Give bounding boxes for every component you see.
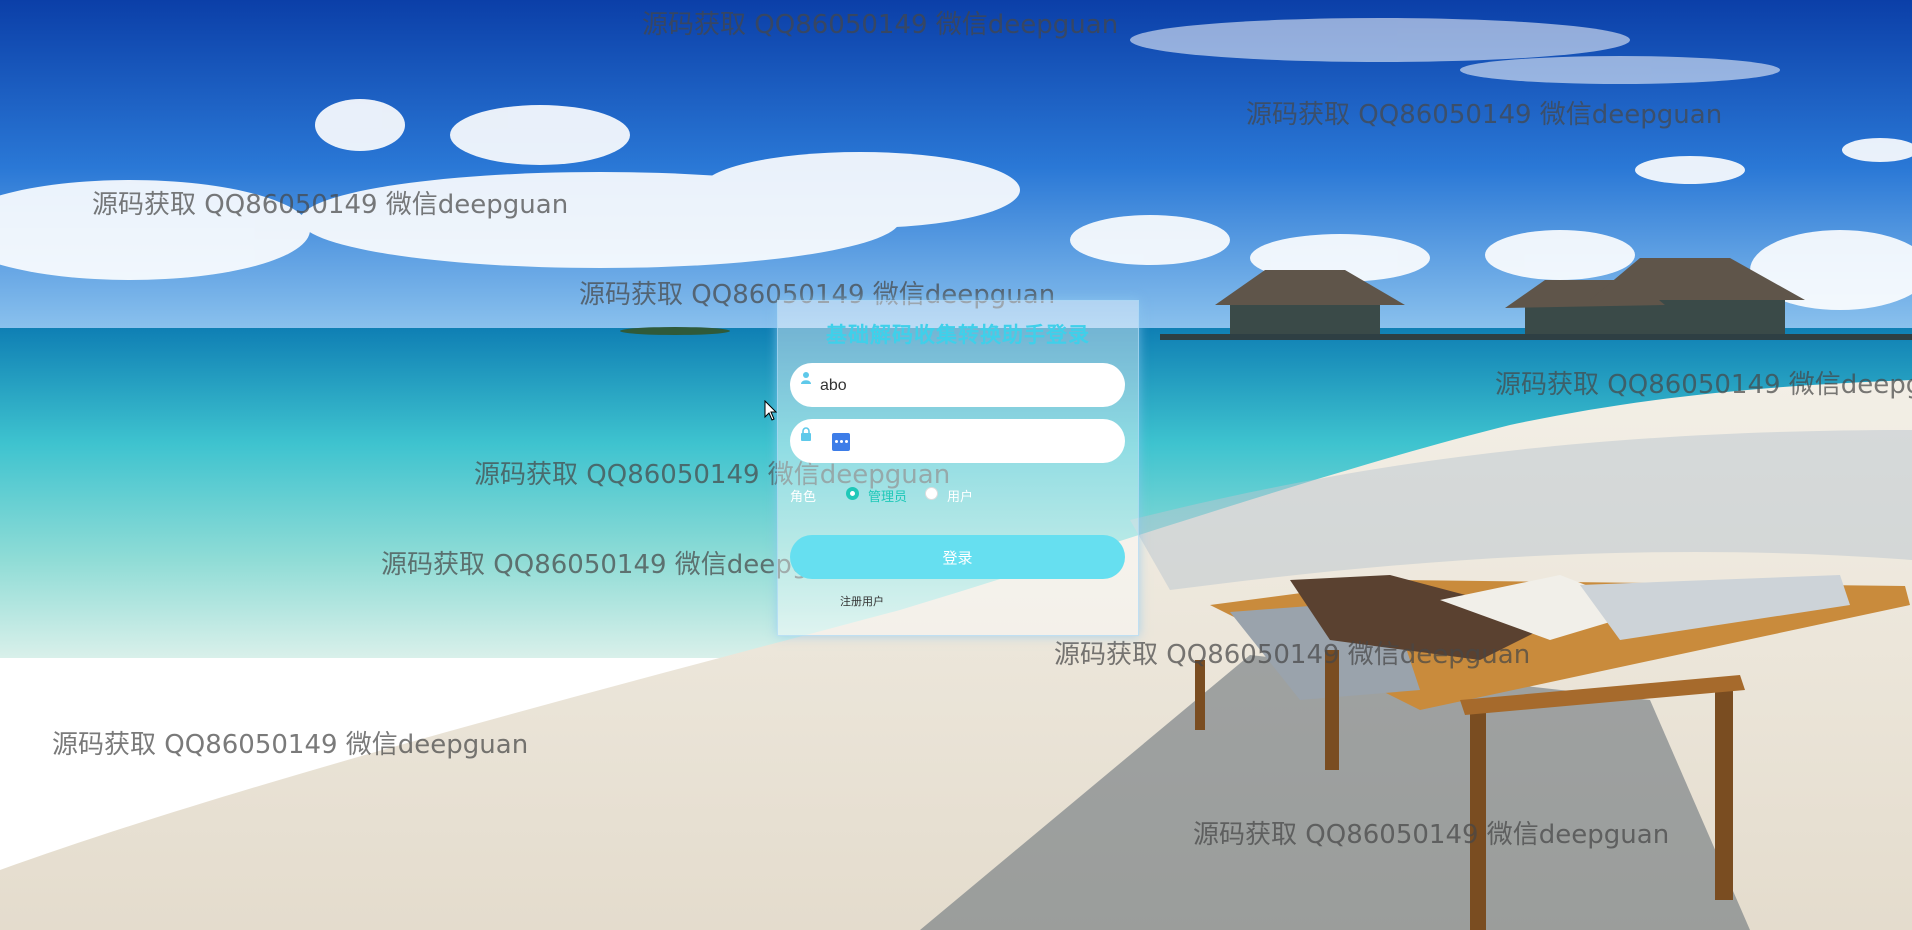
lock-icon (801, 427, 811, 441)
role-admin-radio[interactable] (846, 487, 859, 500)
username-field[interactable] (790, 363, 1125, 409)
role-label: 角色 (790, 490, 817, 505)
register-link[interactable]: 注册用户 (840, 593, 884, 609)
key-dots-icon[interactable] (832, 433, 850, 451)
login-button[interactable]: 登录 (790, 535, 1125, 579)
user-icon (801, 372, 811, 384)
role-user-radio[interactable] (925, 487, 938, 500)
password-field[interactable] (790, 419, 1125, 463)
username-input[interactable] (818, 363, 1112, 409)
mouse-pointer-icon (764, 400, 778, 421)
role-user-label[interactable]: 用户 (947, 486, 973, 505)
login-title: 基础解码收集转换助手登录 (826, 323, 1090, 347)
role-admin-label[interactable]: 管理员 (868, 486, 907, 505)
login-card: 基础解码收集转换助手登录 角色 管理员 用户 登录 注册用户 (777, 300, 1139, 636)
